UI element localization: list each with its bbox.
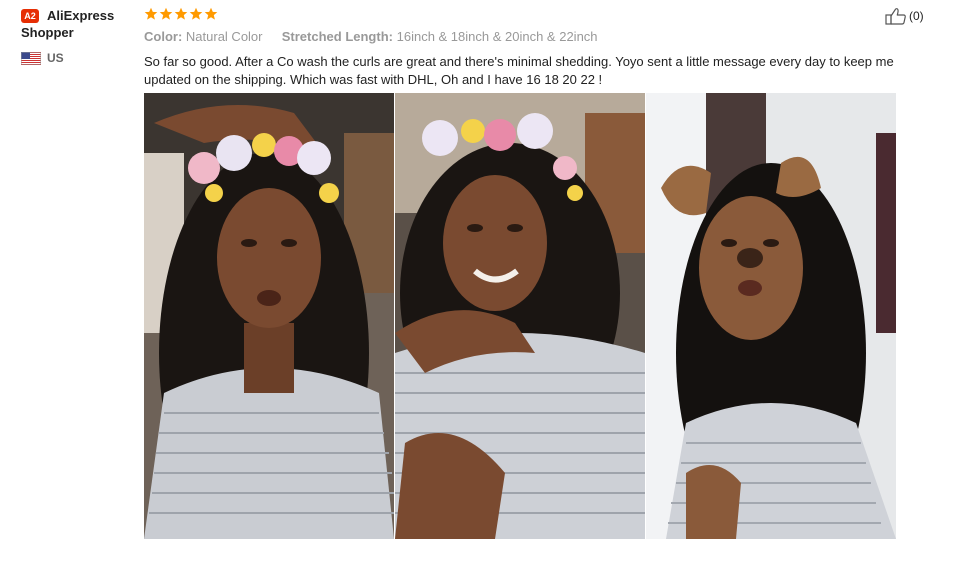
- review-attributes: Color: Natural Color Stretched Length: 1…: [144, 28, 934, 46]
- star-rating: [144, 7, 934, 23]
- attr-color-label: Color:: [144, 29, 183, 44]
- reviewer-country: US: [21, 51, 141, 65]
- star-icon: [204, 7, 218, 20]
- reviewer-name-line2: Shopper: [21, 25, 74, 40]
- review-photo-1[interactable]: [144, 93, 394, 539]
- level-badge: A2: [21, 9, 39, 23]
- star-icon: [189, 7, 203, 20]
- attr-length-label: Stretched Length:: [281, 29, 393, 44]
- star-icon: [144, 7, 158, 20]
- country-code: US: [47, 51, 64, 65]
- review-photo-3[interactable]: [646, 93, 896, 539]
- star-icon: [159, 7, 173, 20]
- attr-length-value: 16inch & 18inch & 20inch & 22inch: [396, 29, 598, 44]
- review-photo-2[interactable]: [395, 93, 645, 539]
- reviewer-info: A2 AliExpress Shopper US: [21, 7, 141, 65]
- us-flag-icon: [21, 51, 41, 65]
- thumbs-up-icon: [885, 8, 906, 25]
- review-photos: [144, 93, 897, 539]
- review-text: So far so good. After a Co wash the curl…: [144, 54, 894, 87]
- star-icon: [174, 7, 188, 20]
- review-content: Color: Natural Color Stretched Length: 1…: [144, 7, 934, 89]
- attr-color-value: Natural Color: [185, 29, 263, 44]
- helpful-button[interactable]: (0): [885, 7, 924, 25]
- helpful-count: (0): [909, 9, 924, 23]
- reviewer-name: AliExpress: [47, 8, 115, 23]
